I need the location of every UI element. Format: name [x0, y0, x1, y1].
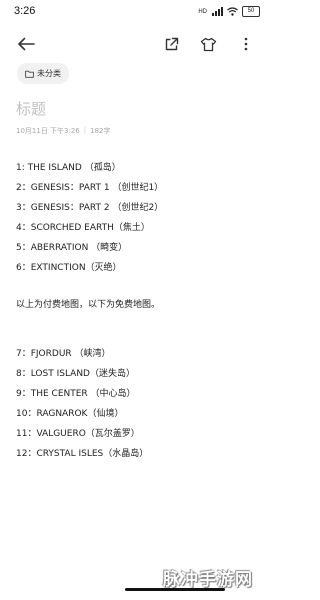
- note-title-input[interactable]: 标题: [16, 98, 46, 119]
- arrow-left-icon: [18, 37, 35, 51]
- share-button[interactable]: [159, 32, 183, 56]
- note-line: 11：VALGUERO（瓦尔盖罗）: [16, 429, 140, 439]
- home-indicator[interactable]: [125, 588, 225, 591]
- share-out-icon: [165, 37, 178, 50]
- note-line: 以上为付费地图，以下为免费地图。: [16, 300, 161, 310]
- status-icons: HD 50: [198, 6, 260, 17]
- note-line: 1: THE ISLAND （孤岛）: [16, 163, 121, 173]
- status-bar: 3:26 HD 50: [0, 0, 270, 24]
- watermark: 脉冲手游网: [163, 570, 253, 590]
- note-line: 6：EXTINCTION（灭绝）: [16, 263, 122, 273]
- signal-icon: [212, 7, 223, 16]
- note-char-count: 182字: [90, 127, 111, 135]
- note-line: 2：GENESIS：PART 1 （创世纪1）: [16, 183, 164, 193]
- note-line: 4：SCORCHED EARTH（焦土）: [16, 223, 150, 233]
- back-button[interactable]: [14, 32, 38, 56]
- note-line: 3：GENESIS：PART 2 （创世纪2）: [16, 203, 164, 213]
- meta-separator: |: [83, 126, 87, 134]
- status-time: 3:26: [14, 5, 36, 17]
- wifi-icon: [227, 7, 238, 16]
- note-date: 10月11日 下午3:26: [16, 127, 80, 135]
- note-line: 7：FJORDUR （峡湾）: [16, 349, 111, 359]
- note-line: 9：THE CENTER （中心岛）: [16, 389, 136, 399]
- note-line: 8：LOST ISLAND（迷失岛）: [16, 369, 135, 379]
- note-meta: 10月11日 下午3:26 | 182字: [16, 126, 111, 136]
- more-options-button[interactable]: [234, 32, 258, 56]
- shirt-icon: [200, 37, 216, 51]
- battery-indicator: 50: [242, 6, 260, 17]
- note-line: 12：CRYSTAL ISLES（水晶岛）: [16, 449, 149, 459]
- note-line: 10：RAGNAROK（仙境）: [16, 409, 124, 419]
- folder-label: 未分类: [37, 69, 61, 78]
- folder-icon: [25, 70, 34, 78]
- note-toolbar: [0, 28, 270, 58]
- note-line: 5：ABERRATION （畸变）: [16, 243, 128, 253]
- folder-chip[interactable]: 未分类: [17, 63, 69, 84]
- signal-label: HD: [198, 8, 207, 15]
- theme-button[interactable]: [196, 32, 220, 56]
- more-vertical-icon: [244, 37, 248, 51]
